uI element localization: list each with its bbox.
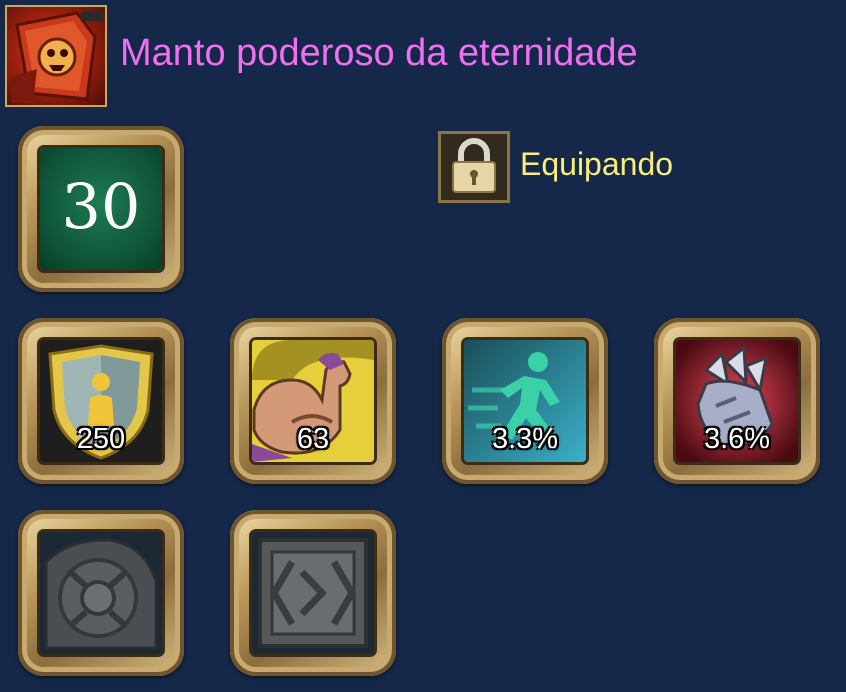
lock-icon — [438, 131, 510, 203]
equipping-status-label: Equipando — [520, 146, 674, 182]
cloak-item-icon — [5, 5, 107, 107]
level-number: 30 — [61, 170, 141, 243]
critical-value: 3.6% — [703, 423, 771, 455]
level-frame: 30 — [18, 126, 184, 292]
stat-slot-strength[interactable]: 63 — [230, 318, 396, 484]
round-rune-socket-icon — [40, 532, 162, 654]
strength-value: 63 — [296, 423, 330, 455]
stat-slot-speed[interactable]: 3.3% — [442, 318, 608, 484]
defense-value: 250 — [76, 423, 126, 455]
socket-slot-2[interactable] — [230, 510, 396, 676]
stat-slot-critical[interactable]: 3.6% — [654, 318, 820, 484]
item-name: Manto poderoso da eternidade — [120, 32, 638, 74]
square-rune-socket-icon — [252, 532, 374, 654]
speed-value: 3.3% — [491, 423, 559, 455]
socket-slot-1[interactable] — [18, 510, 184, 676]
stat-slot-defense[interactable]: 250 — [18, 318, 184, 484]
